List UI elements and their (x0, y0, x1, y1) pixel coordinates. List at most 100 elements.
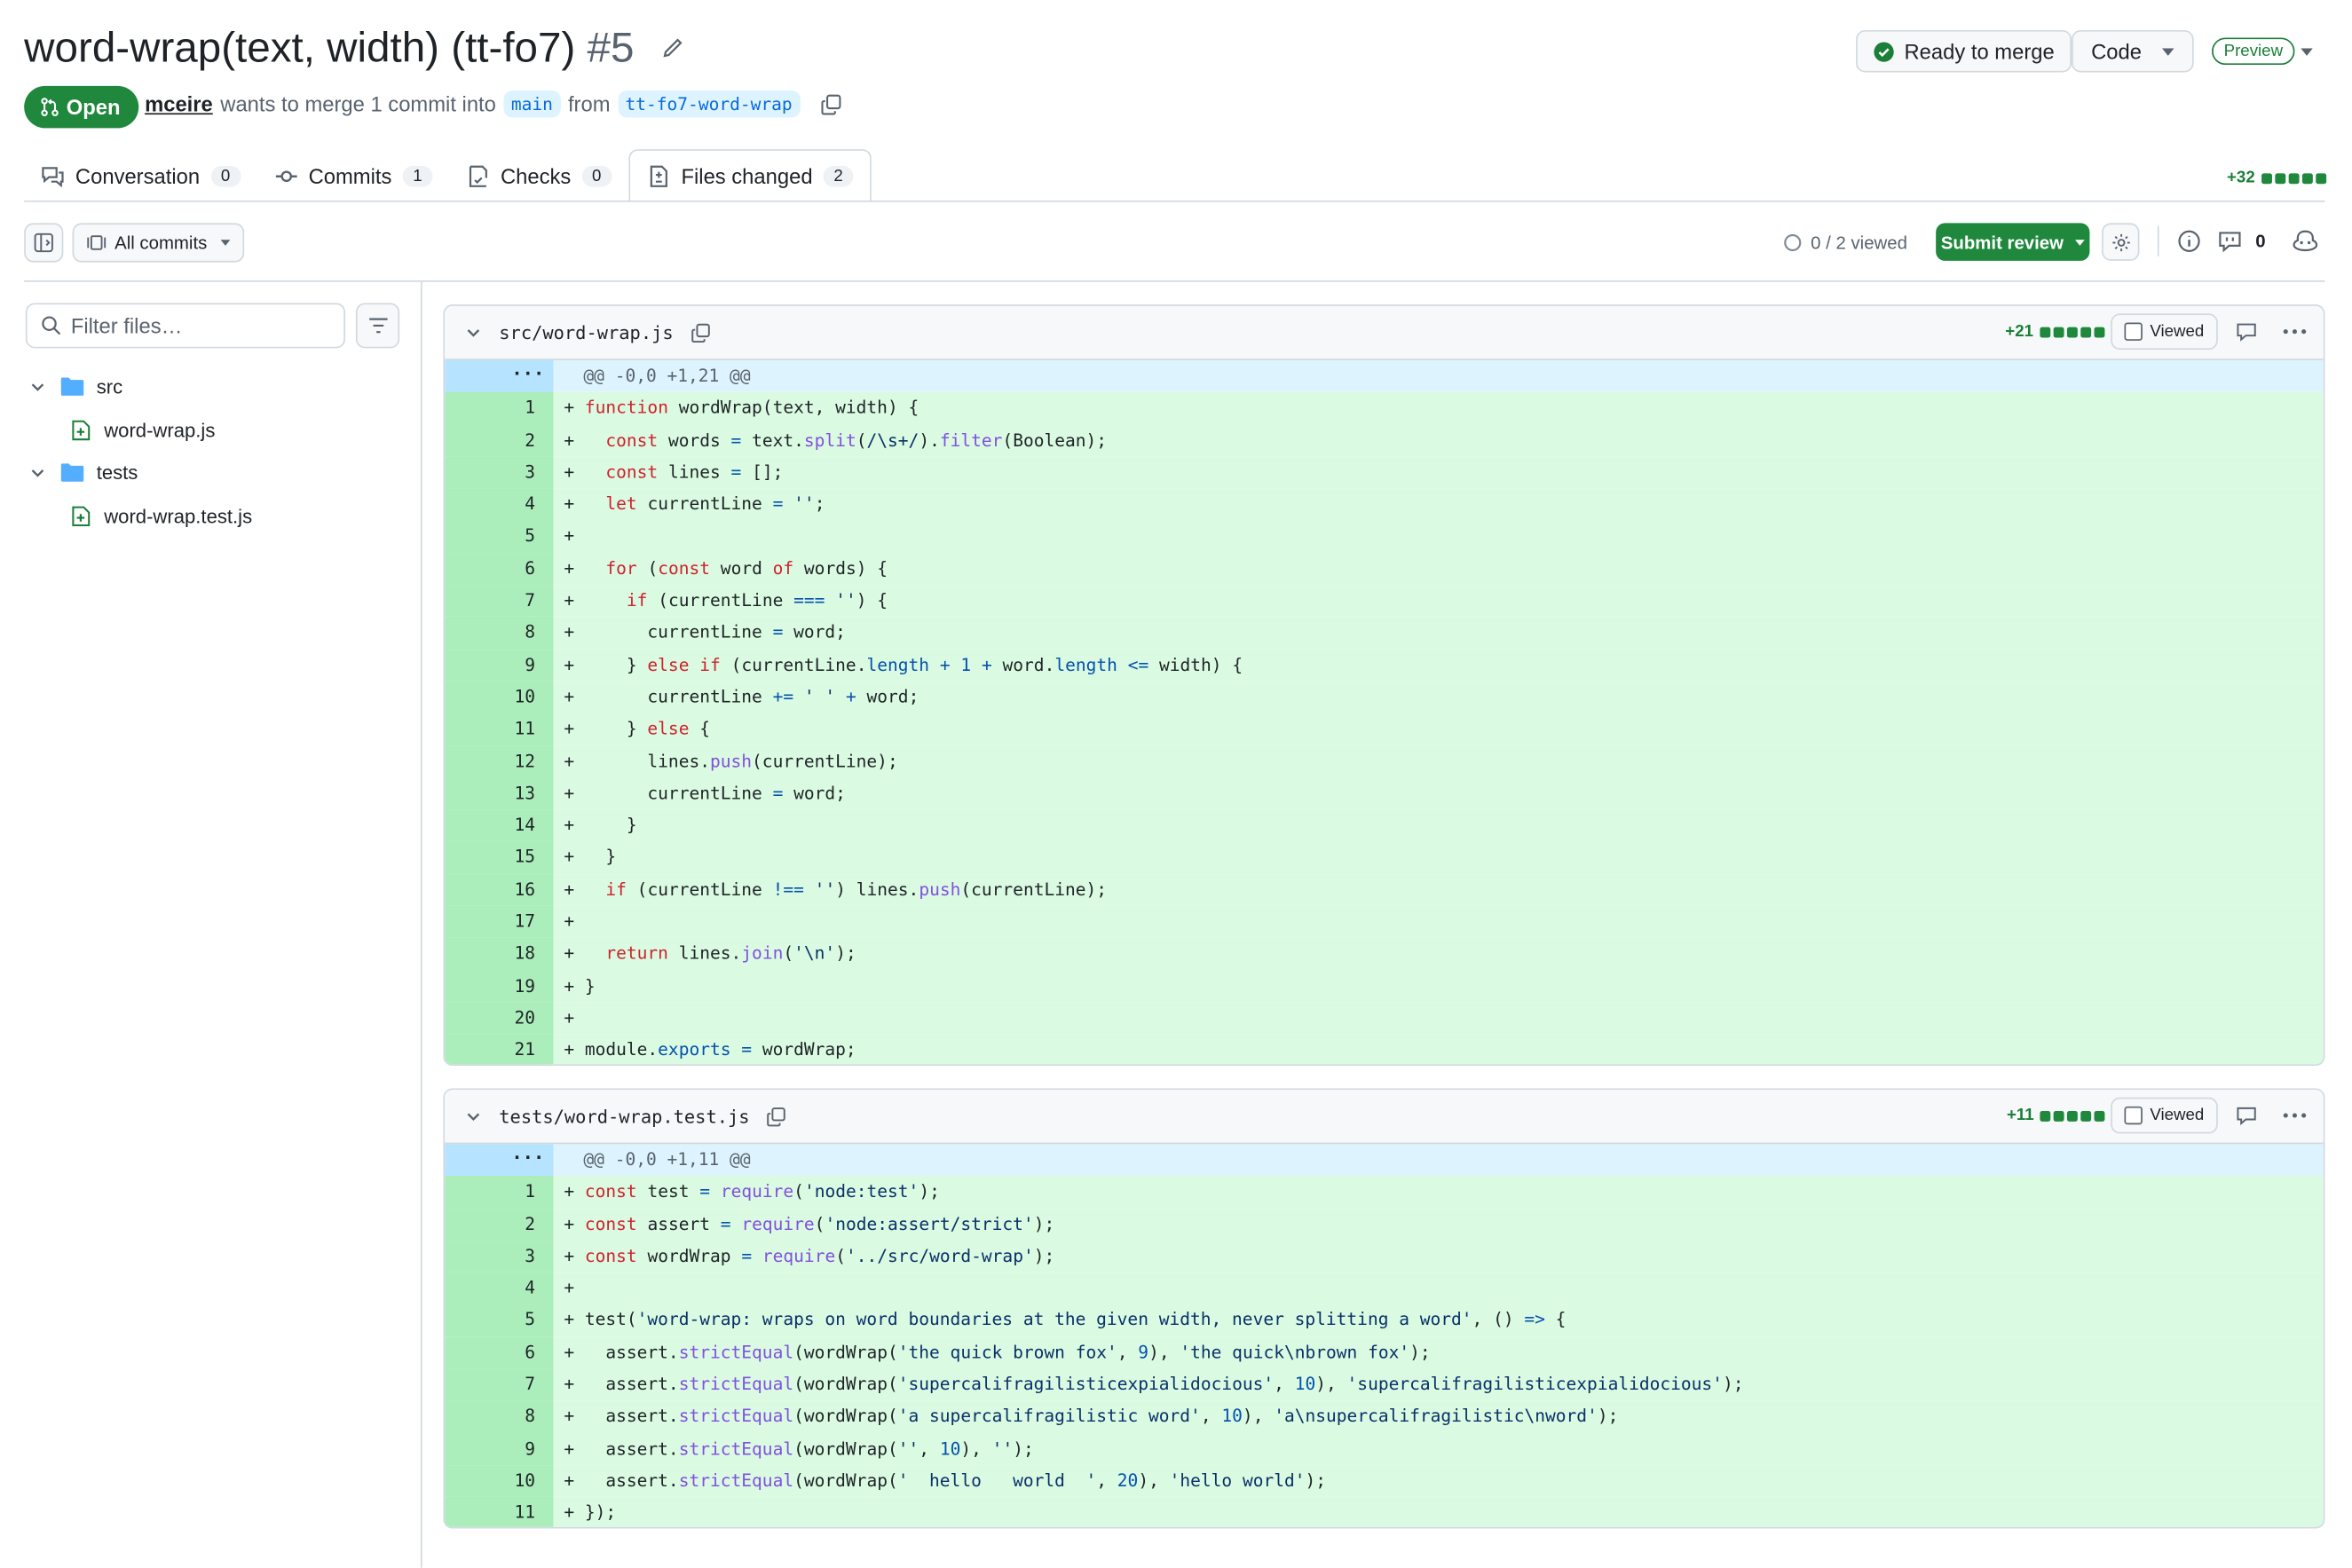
circle-icon (1784, 233, 1802, 252)
line-number[interactable]: 12 (445, 745, 554, 778)
diff-line-code: + const wordWrap = require('../src/word-… (564, 1244, 1055, 1266)
line-number[interactable]: 5 (445, 520, 554, 554)
diff-line-code: + const test = require('node:test'); (564, 1180, 940, 1202)
line-number[interactable]: 21 (445, 1034, 554, 1065)
line-number[interactable]: 6 (445, 1336, 554, 1369)
tab-label: Commits (308, 163, 392, 188)
line-number[interactable]: 8 (445, 617, 554, 650)
pr-number: #5 (587, 24, 635, 71)
diff-line-code: + assert.strictEqual(wordWrap('', 10), '… (564, 1438, 1034, 1459)
filter-files-input[interactable]: Filter files… (25, 303, 346, 349)
line-number[interactable]: 5 (445, 1304, 554, 1337)
diff-line-code: + (564, 1277, 585, 1298)
viewed-label: Viewed (2150, 1106, 2205, 1125)
filter-options-button[interactable] (355, 303, 400, 349)
line-number[interactable]: 15 (445, 841, 554, 874)
author-link[interactable]: mceire (145, 92, 213, 116)
folder-name: tests (96, 461, 138, 485)
meta-text: wants to merge 1 commit into (220, 91, 496, 116)
line-number[interactable]: 1 (445, 392, 554, 425)
file-path[interactable]: src/word-wrap.js (499, 322, 673, 343)
diff-settings-button[interactable] (2102, 223, 2140, 261)
line-number[interactable]: 4 (445, 1273, 554, 1305)
copy-icon[interactable] (819, 92, 841, 114)
code-button[interactable]: Code (2072, 29, 2195, 73)
line-number[interactable]: 11 (445, 1497, 554, 1527)
line-number[interactable]: 10 (445, 1465, 554, 1498)
file-name: word-wrap.test.js (104, 505, 253, 528)
chevron-down-icon[interactable] (466, 325, 481, 340)
line-number[interactable]: 2 (445, 424, 554, 457)
line-number[interactable]: 20 (445, 1002, 554, 1035)
head-branch[interactable]: tt-fo7-word-wrap (617, 90, 801, 118)
diff-line-code: + }); (564, 1501, 617, 1524)
viewed-checkbox[interactable]: Viewed (2111, 1097, 2218, 1134)
line-number[interactable]: 19 (445, 970, 554, 1003)
line-number[interactable]: 16 (445, 873, 554, 907)
file-additions: +21 (2005, 322, 2034, 341)
file-tree-file-word-wrap-js[interactable]: word-wrap.js (71, 419, 215, 442)
expand-context-icon[interactable]: ··· (445, 359, 554, 393)
line-number[interactable]: 1 (445, 1176, 554, 1209)
kebab-horizontal-icon[interactable] (2283, 328, 2307, 335)
line-number[interactable]: 7 (445, 1368, 554, 1401)
hunk-header-text: @@ -0,0 +1,11 @@ (583, 1148, 751, 1170)
tab-conversation[interactable]: Conversation 0 (24, 149, 257, 201)
ready-to-merge-button[interactable]: Ready to merge (1856, 29, 2072, 73)
line-number[interactable]: 14 (445, 809, 554, 842)
line-number[interactable]: 9 (445, 649, 554, 682)
diff-line-code: + } (564, 846, 617, 868)
pr-tabs: Conversation 0 Commits 1 Checks 0 Files … (24, 149, 872, 202)
pencil-icon[interactable] (660, 36, 684, 60)
commits-filter-dropdown[interactable]: All commits (72, 223, 245, 263)
info-icon[interactable] (2177, 229, 2201, 253)
pr-meta: mceire wants to merge 1 commit into main… (145, 90, 842, 118)
comments-indicator[interactable]: 0 (2218, 229, 2266, 253)
diff-line: 1 + const test = require('node:test'); (445, 1176, 2324, 1209)
preview-dropdown-icon[interactable] (2301, 48, 2313, 56)
hunk-header: ··· @@ -0,0 +1,11 @@ (445, 1144, 2324, 1177)
file-header: tests/word-wrap.test.js +11 Viewed (445, 1090, 2324, 1145)
tab-counter: 2 (823, 165, 854, 186)
line-number[interactable]: 11 (445, 713, 554, 746)
base-branch[interactable]: main (503, 90, 561, 118)
line-number[interactable]: 7 (445, 585, 554, 618)
line-number[interactable]: 13 (445, 777, 554, 810)
toggle-file-tree-button[interactable] (24, 223, 64, 263)
file-path[interactable]: tests/word-wrap.test.js (499, 1106, 749, 1127)
diff-line: 2 + const words = text.split(/\s+/).filte… (445, 424, 2324, 457)
copy-icon[interactable] (766, 1106, 787, 1127)
tab-files-changed[interactable]: Files changed 2 (628, 149, 872, 202)
comment-icon[interactable] (2236, 321, 2257, 343)
line-number[interactable]: 2 (445, 1208, 554, 1241)
hunk-header: ··· @@ -0,0 +1,21 @@ (445, 359, 2324, 393)
file-tree-folder-src[interactable]: src (30, 375, 122, 398)
diff-line-code: + if (currentLine === '') { (564, 589, 888, 611)
line-number[interactable]: 17 (445, 906, 554, 939)
file-added-icon (71, 419, 92, 441)
line-number[interactable]: 4 (445, 488, 554, 521)
chevron-down-icon[interactable] (466, 1108, 481, 1123)
file-tree-file-word-wrap-test-js[interactable]: word-wrap.test.js (71, 505, 253, 528)
copy-icon[interactable] (690, 322, 711, 343)
submit-review-button[interactable]: Submit review (1936, 223, 2090, 261)
line-number[interactable]: 10 (445, 681, 554, 713)
line-number[interactable]: 18 (445, 938, 554, 971)
file-diff-icon (646, 163, 670, 187)
file-tree-folder-tests[interactable]: tests (30, 461, 138, 484)
tab-checks[interactable]: Checks 0 (449, 149, 628, 201)
line-number[interactable]: 8 (445, 1400, 554, 1433)
check-circle-icon (1873, 40, 1895, 62)
comment-icon[interactable] (2236, 1105, 2257, 1126)
tab-commits[interactable]: Commits 1 (257, 149, 449, 201)
from-text: from (567, 91, 611, 116)
preview-badge[interactable]: Preview (2212, 37, 2295, 66)
expand-context-icon[interactable]: ··· (445, 1144, 554, 1177)
line-number[interactable]: 6 (445, 553, 554, 586)
viewed-checkbox[interactable]: Viewed (2111, 313, 2218, 351)
line-number[interactable]: 3 (445, 1240, 554, 1273)
kebab-horizontal-icon[interactable] (2283, 1113, 2307, 1119)
line-number[interactable]: 3 (445, 456, 554, 489)
line-number[interactable]: 9 (445, 1432, 554, 1466)
copilot-icon[interactable] (2292, 229, 2319, 253)
